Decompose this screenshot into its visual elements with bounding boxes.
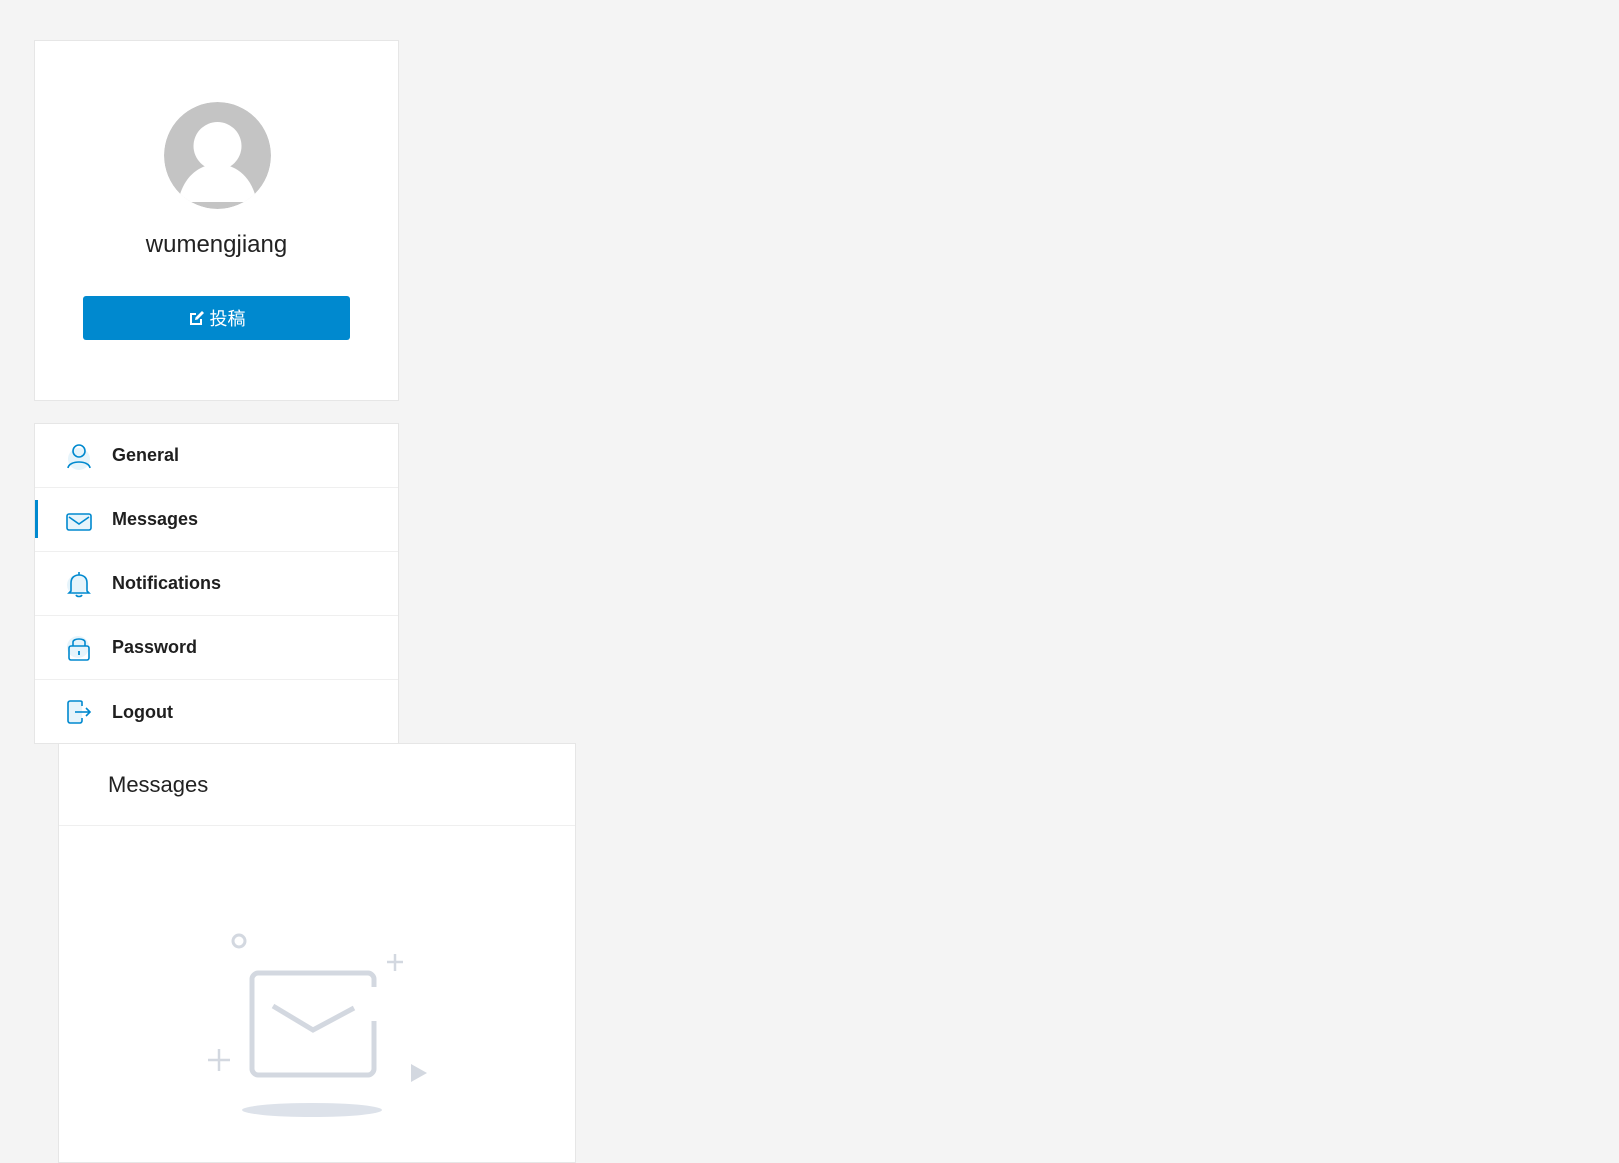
post-button[interactable]: 投稿: [83, 296, 350, 340]
profile-card: wumengjiang 投稿: [34, 40, 399, 401]
empty-mail-icon: [208, 933, 427, 1117]
messages-panel: Messages: [58, 743, 576, 1163]
empty-mailbox-illustration: [204, 929, 434, 1124]
username: wumengjiang: [145, 231, 288, 258]
menu-label-logout: Logout: [112, 701, 173, 722]
menu-item-notifications[interactable]: Notifications: [35, 552, 398, 616]
bell-icon: [65, 570, 93, 598]
menu-label-password: Password: [112, 637, 198, 657]
menu-item-general[interactable]: General: [35, 424, 398, 488]
lock-icon: [65, 634, 93, 662]
default-avatar-icon: [164, 102, 271, 209]
edit-icon: [188, 309, 206, 327]
logout-icon: [65, 698, 93, 726]
messages-header: Messages: [59, 744, 575, 826]
menu-label-general: General: [112, 445, 180, 465]
menu-item-messages[interactable]: Messages: [35, 488, 398, 552]
menu-item-logout[interactable]: Logout: [35, 680, 398, 744]
user-icon: [65, 442, 93, 470]
mail-icon: [65, 506, 93, 534]
settings-menu: General Messages Notifications Password …: [34, 423, 399, 744]
menu-item-password[interactable]: Password: [35, 616, 398, 680]
avatar[interactable]: [164, 102, 271, 209]
messages-title: Messages: [108, 771, 209, 797]
menu-label-messages: Messages: [112, 509, 199, 529]
post-button-label: 投稿: [209, 309, 246, 329]
menu-label-notifications: Notifications: [112, 573, 222, 593]
